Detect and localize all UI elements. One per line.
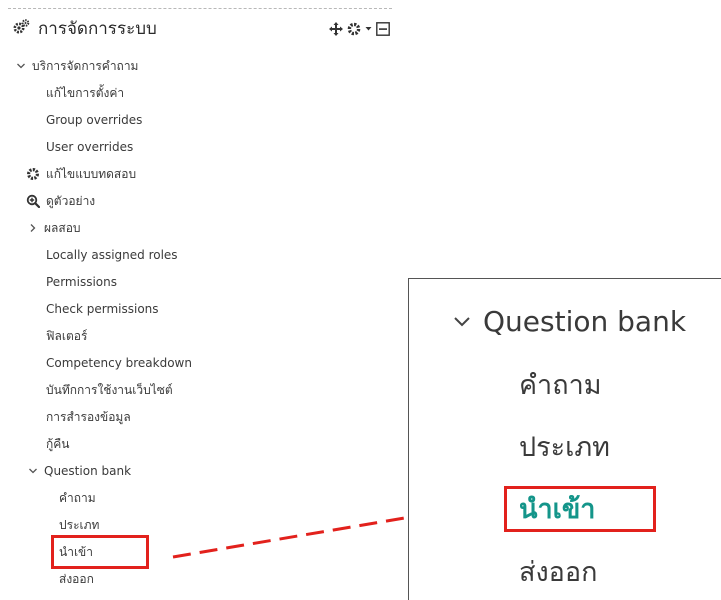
zoom-item-label: คำถาม xyxy=(519,369,602,401)
tree-item-check-permissions[interactable]: Check permissions xyxy=(46,298,159,320)
tree-item-label: แก้ไขแบบทดสอบ xyxy=(46,167,137,181)
tree-item-label: บริการจัดการคำถาม xyxy=(32,59,139,73)
zoom-header-label: Question bank xyxy=(483,304,687,338)
tree-item-competency-breakdown[interactable]: Competency breakdown xyxy=(46,352,192,374)
block-divider xyxy=(8,8,392,9)
zoom-item-label: ส่งออก xyxy=(519,556,598,588)
tree-item-filters[interactable]: ฟิลเตอร์ xyxy=(46,325,87,347)
tree-item-edit-settings[interactable]: แก้ไขการตั้งค่า xyxy=(46,82,124,104)
tree-item-permissions[interactable]: Permissions xyxy=(46,271,117,293)
tree-item-backup[interactable]: การสำรองข้อมูล xyxy=(46,406,131,428)
chevron-down-icon[interactable] xyxy=(453,312,471,330)
zoom-panel: Question bank คำถาม ประเภท นำเข้า ส่งออก xyxy=(408,278,721,600)
tree-item-label: Question bank xyxy=(44,464,132,478)
tree-item-label: ฟิลเตอร์ xyxy=(46,329,88,343)
zoom-in-icon xyxy=(26,194,40,208)
gear-icon xyxy=(26,167,40,181)
tree-item-edit-quiz[interactable]: แก้ไขแบบทดสอบ xyxy=(26,163,136,185)
zoom-item-questions[interactable]: คำถาม xyxy=(519,362,602,406)
tree-item-label: กู้คืน xyxy=(46,437,70,451)
screenshot-root: การจัดการระบบ บริการจัดการคำถาม แก้ไขการ… xyxy=(0,0,721,600)
block-controls xyxy=(329,21,390,37)
tree-item-user-overrides[interactable]: User overrides xyxy=(46,136,133,158)
tree-item-label: Group overrides xyxy=(46,113,143,127)
administration-block: การจัดการระบบ บริการจัดการคำถาม แก้ไขการ… xyxy=(8,8,392,600)
tree-item-quiz-admin[interactable]: บริการจัดการคำถาม xyxy=(16,55,138,77)
block-header: การจัดการระบบ xyxy=(8,16,392,44)
tree-item-group-overrides[interactable]: Group overrides xyxy=(46,109,142,131)
block-title: การจัดการระบบ xyxy=(38,19,157,39)
chevron-right-icon[interactable] xyxy=(28,223,38,233)
gears-icon xyxy=(13,19,30,34)
tree-item-label: การสำรองข้อมูล xyxy=(46,410,131,424)
tree-item-export[interactable]: ส่งออก xyxy=(59,568,94,590)
tree-item-label: Permissions xyxy=(46,275,117,289)
tree-item-questions[interactable]: คำถาม xyxy=(59,487,96,509)
tree-item-label: ประเภท xyxy=(59,518,100,532)
tree-item-categories[interactable]: ประเภท xyxy=(59,514,99,536)
chevron-down-icon[interactable] xyxy=(28,466,38,476)
tree-item-results[interactable]: ผลสอบ xyxy=(28,217,81,239)
tree-item-question-bank[interactable]: Question bank xyxy=(28,460,131,482)
tree-item-restore[interactable]: กู้คืน xyxy=(46,433,70,455)
tree-item-label: Locally assigned roles xyxy=(46,248,178,262)
caret-down-icon[interactable] xyxy=(365,22,372,36)
highlight-box-large xyxy=(504,486,656,532)
zoom-item-export[interactable]: ส่งออก xyxy=(519,549,597,593)
zoom-question-bank[interactable]: Question bank xyxy=(453,301,686,341)
collapse-icon[interactable] xyxy=(376,22,390,36)
tree-item-label: Competency breakdown xyxy=(46,356,192,370)
tree-item-label: ส่งออก xyxy=(59,572,94,586)
chevron-down-icon[interactable] xyxy=(16,61,26,71)
zoom-item-categories[interactable]: ประเภท xyxy=(519,424,610,468)
highlight-box-small xyxy=(51,535,149,569)
tree-item-label: บันทึกการใช้งานเว็บไซต์ xyxy=(46,383,173,397)
tree-item-preview[interactable]: ดูตัวอย่าง xyxy=(26,190,95,212)
move-icon[interactable] xyxy=(329,22,343,36)
gear-icon[interactable] xyxy=(347,22,361,36)
tree-item-label: Check permissions xyxy=(46,302,159,316)
tree-item-label: User overrides xyxy=(46,140,134,154)
tree-item-label: ผลสอบ xyxy=(44,221,81,235)
tree-item-label: ดูตัวอย่าง xyxy=(46,194,96,208)
tree-item-locally-assigned-roles[interactable]: Locally assigned roles xyxy=(46,244,178,266)
tree-item-label: คำถาม xyxy=(59,491,96,505)
zoom-item-label: ประเภท xyxy=(519,431,610,463)
tree-item-logs[interactable]: บันทึกการใช้งานเว็บไซต์ xyxy=(46,379,173,401)
tree-item-label: แก้ไขการตั้งค่า xyxy=(46,86,125,100)
